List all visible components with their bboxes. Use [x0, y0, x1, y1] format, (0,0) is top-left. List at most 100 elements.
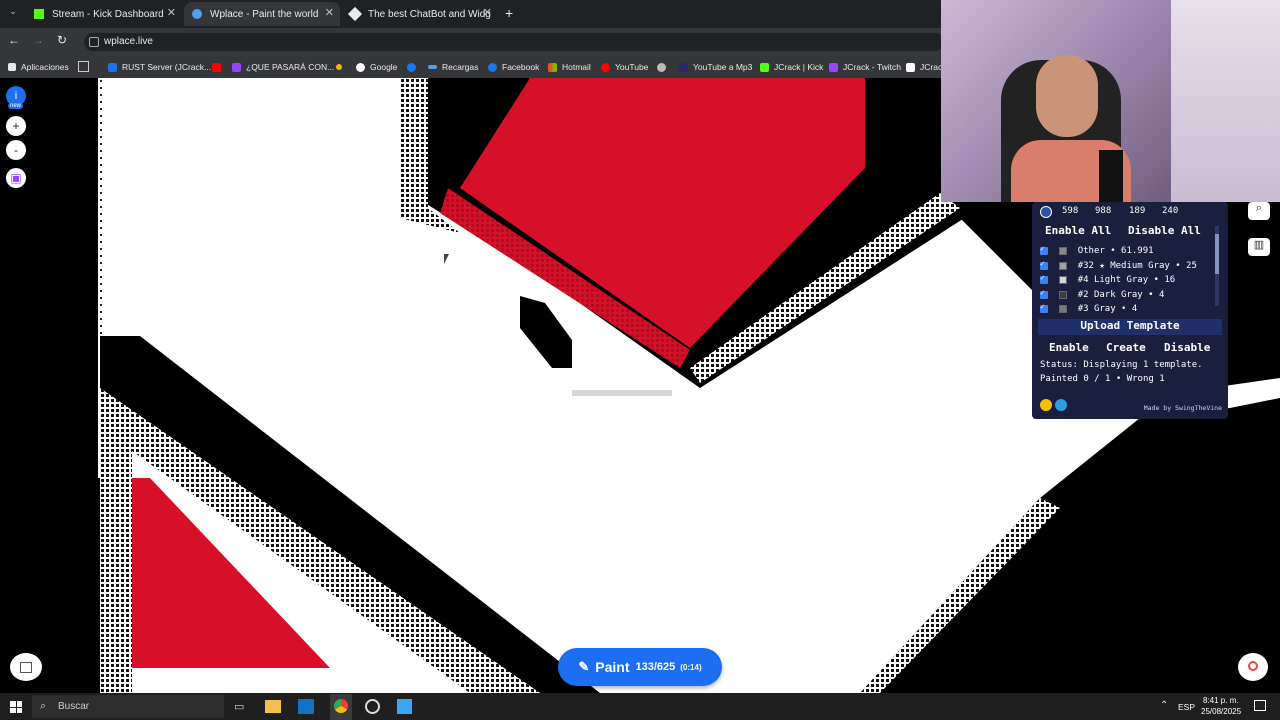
bookmark-facebook-small[interactable] [407, 61, 421, 73]
search-placeholder: Buscar [58, 701, 90, 712]
bookmark-google[interactable]: Google [356, 61, 397, 73]
gray-line [572, 390, 672, 396]
url-text: wplace.live [104, 36, 153, 47]
notification-icon[interactable] [1254, 700, 1266, 711]
paint-button[interactable]: ✎ Paint 133/625 (0:14) [558, 648, 722, 686]
disable-all-button[interactable]: Disable All [1128, 224, 1201, 237]
marble-small-icon[interactable] [1055, 399, 1067, 411]
bookmark-que-pasara[interactable]: ¿QUE PASARÁ CON... [232, 61, 334, 73]
reload-icon[interactable]: ↻ [57, 33, 67, 47]
map-button[interactable] [10, 653, 42, 681]
task-view-icon[interactable]: ▭ [234, 700, 244, 713]
x-icon [906, 62, 915, 72]
twitch-button[interactable]: ▣ [6, 168, 26, 188]
back-icon[interactable]: ← [8, 33, 20, 47]
bookmark-jcrack-twitch[interactable]: JCrack - Twitch [829, 61, 901, 73]
bookmark-label: JCrack - Twitch [843, 62, 901, 72]
zoom-search-button[interactable]: ⌕ [1248, 202, 1270, 220]
color-label: #2 Dark Gray • 4 [1077, 289, 1165, 300]
globe-icon [657, 62, 666, 72]
coin-icon[interactable] [1040, 399, 1052, 411]
info-label: i [14, 90, 18, 102]
site-info-icon[interactable] [89, 37, 99, 47]
bookmark-hotmail[interactable]: Hotmail [548, 61, 591, 73]
bookmark-recargas[interactable]: Recargas [428, 61, 478, 73]
paint-charges: 133/625 [635, 661, 676, 673]
bookmark-youtube-red[interactable] [212, 61, 226, 73]
zoom-out-button[interactable]: - [6, 140, 26, 160]
bookmark-facebook[interactable]: Facebook [488, 61, 539, 73]
tab-label: Stream - Kick Dashboard [52, 8, 164, 20]
counter-px: 189 [1129, 206, 1146, 216]
forward-icon[interactable]: → [32, 33, 44, 47]
locate-button[interactable] [1238, 653, 1268, 681]
chrome-icon [334, 699, 348, 713]
create-button[interactable]: Create [1106, 341, 1146, 354]
bookmark-youtube-mp3[interactable]: YouTube a Mp3 [679, 61, 752, 73]
checkbox[interactable] [1040, 302, 1048, 314]
zoom-out-label: - [14, 143, 18, 157]
disable-button[interactable]: Disable [1164, 341, 1210, 354]
template-panel: 598 988 189 240 Enable All Disable All O… [1032, 202, 1228, 419]
color-swatch [1058, 247, 1067, 256]
checkbox[interactable] [1040, 244, 1048, 256]
enable-button[interactable]: Enable [1049, 341, 1089, 354]
microphone [1099, 150, 1123, 202]
search-icon: ⌕ [40, 700, 47, 712]
counter-py: 240 [1162, 206, 1179, 216]
tray-chevron-icon[interactable]: ⌃ [1160, 700, 1168, 711]
clock-date[interactable]: 25/08/2025 [1201, 707, 1241, 716]
clock-time[interactable]: 8:41 p. m. [1203, 696, 1239, 705]
grid-icon[interactable] [78, 61, 89, 72]
color-list-scrollbar[interactable] [1215, 226, 1219, 306]
color-swatch [1058, 276, 1067, 285]
tab-kick-dashboard[interactable]: Stream - Kick Dashboard ✕ [26, 2, 182, 26]
shelf-background [1171, 0, 1280, 202]
chatbot-icon [347, 6, 363, 22]
tab-wplace[interactable]: Wplace - Paint the world ✕ [184, 2, 340, 26]
color-label: #4 Light Gray • 16 [1077, 275, 1176, 286]
upload-template-button[interactable]: Upload Template [1038, 319, 1222, 335]
address-input[interactable]: wplace.live [84, 33, 944, 51]
tab-search-icon[interactable]: ⌄ [6, 6, 20, 20]
language-indicator[interactable]: ESP [1178, 702, 1195, 712]
close-icon[interactable]: ✕ [167, 6, 176, 19]
checkbox[interactable] [1040, 288, 1048, 299]
outlook-icon[interactable] [298, 699, 314, 714]
tab-chatbot[interactable]: The best ChatBot and Widg ✕ [342, 2, 498, 26]
checkbox[interactable] [1040, 259, 1048, 270]
webcam-overlay [941, 0, 1280, 202]
bookmark-youtube[interactable]: YouTube [601, 61, 648, 73]
marble-icon[interactable] [1040, 206, 1052, 218]
youtube-icon [601, 62, 610, 72]
file-explorer-icon[interactable] [265, 700, 281, 713]
close-icon[interactable]: ✕ [483, 6, 492, 19]
chrome-taskbar-active[interactable] [330, 694, 352, 720]
obs-icon[interactable] [365, 699, 380, 714]
bookmark-label: JCrack | Kick [774, 62, 824, 72]
twitch-icon: ▣ [10, 171, 22, 185]
app-icon[interactable] [397, 699, 412, 714]
close-icon[interactable]: ✕ [325, 6, 334, 19]
windows-start-icon[interactable] [10, 701, 22, 713]
taskbar-search-input[interactable]: Buscar [32, 695, 224, 718]
checkbox[interactable] [1040, 273, 1048, 285]
microsoft-icon [548, 62, 557, 72]
bookmark-label: Aplicaciones [21, 62, 69, 72]
new-tab-icon[interactable]: + [505, 5, 513, 21]
enable-all-button[interactable]: Enable All [1045, 224, 1111, 237]
bookmark-rust[interactable]: RUST Server (JCrack... [108, 61, 211, 73]
color-row: #3 Gray • 4 [1040, 302, 1215, 317]
color-label: #3 Gray • 4 [1077, 304, 1138, 315]
status-text: Status: Displaying 1 template. [1040, 360, 1203, 370]
apps-icon [8, 63, 16, 71]
stats-button[interactable]: ▥ [1248, 238, 1270, 256]
bookmark-jcrack-kick[interactable]: JCrack | Kick [760, 61, 823, 73]
twitch-icon [232, 62, 241, 72]
bookmark-globe[interactable] [657, 61, 671, 73]
zoom-in-button[interactable]: + [6, 116, 26, 136]
bookmark-star[interactable] [336, 61, 347, 73]
stats-icon: ▥ [1253, 239, 1265, 251]
bookmark-apps[interactable]: Aplicaciones [8, 61, 69, 73]
tab-label: The best ChatBot and Widg [368, 8, 491, 20]
